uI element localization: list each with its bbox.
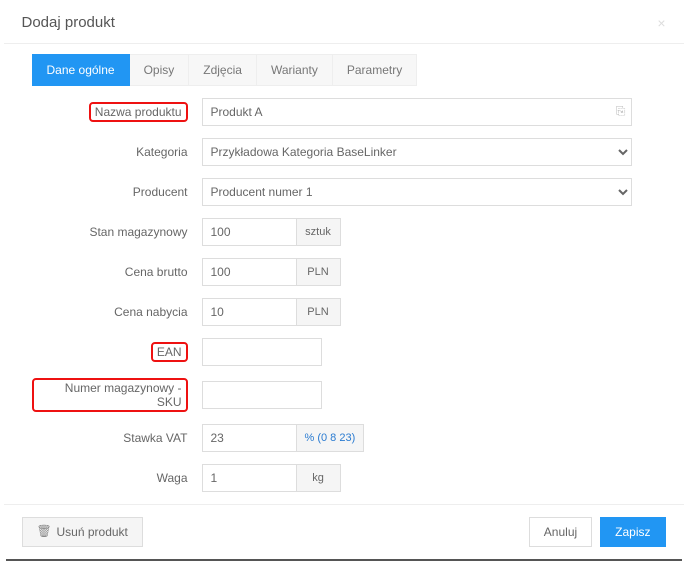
- save-button[interactable]: Zapisz: [600, 517, 665, 547]
- weight-input[interactable]: [202, 464, 297, 492]
- modal-title: Dodaj produkt: [22, 14, 115, 31]
- tab-variants[interactable]: Warianty: [257, 54, 333, 86]
- stock-input[interactable]: [202, 218, 297, 246]
- tab-parameters[interactable]: Parametry: [333, 54, 417, 86]
- label-sku: Numer magazynowy - SKU: [32, 378, 188, 412]
- modal-footer: Usuń produkt Anuluj Zapisz: [4, 504, 684, 559]
- label-price-gross: Cena brutto: [32, 265, 202, 279]
- delete-product-button[interactable]: Usuń produkt: [22, 517, 143, 547]
- label-category: Kategoria: [32, 145, 202, 159]
- delete-product-label: Usuń produkt: [57, 525, 128, 539]
- label-vat: Stawka VAT: [32, 431, 202, 445]
- weight-unit: kg: [297, 464, 341, 492]
- form-general: Nazwa produktu ⎘ Kategoria Przykładowa K…: [4, 92, 684, 492]
- category-select[interactable]: Przykładowa Kategoria BaseLinker: [202, 138, 632, 166]
- trash-icon: [37, 526, 49, 538]
- vat-input[interactable]: [202, 424, 297, 452]
- tabs: Dane ogólne Opisy Zdjęcia Warianty Param…: [32, 54, 672, 86]
- add-product-modal: Dodaj produkt × Dane ogólne Opisy Zdjęci…: [4, 0, 684, 561]
- tab-descriptions[interactable]: Opisy: [130, 54, 190, 86]
- price-purchase-currency: PLN: [297, 298, 341, 326]
- close-icon[interactable]: ×: [657, 15, 665, 31]
- sku-input[interactable]: [202, 381, 322, 409]
- ean-input[interactable]: [202, 338, 322, 366]
- price-gross-currency: PLN: [297, 258, 341, 286]
- product-name-input[interactable]: [202, 98, 632, 126]
- label-price-purchase: Cena nabycia: [32, 305, 202, 319]
- tab-general[interactable]: Dane ogólne: [32, 54, 130, 86]
- modal-header: Dodaj produkt ×: [4, 0, 684, 43]
- label-product-name: Nazwa produktu: [89, 102, 188, 122]
- label-ean: EAN: [151, 342, 188, 362]
- label-weight: Waga: [32, 471, 202, 485]
- price-gross-input[interactable]: [202, 258, 297, 286]
- stock-unit: sztuk: [297, 218, 341, 246]
- label-stock: Stan magazynowy: [32, 225, 202, 239]
- label-producer: Producent: [32, 185, 202, 199]
- tab-images[interactable]: Zdjęcia: [189, 54, 257, 86]
- producer-select[interactable]: Producent numer 1: [202, 178, 632, 206]
- name-suffix-icon[interactable]: ⎘: [616, 104, 626, 119]
- vat-hint[interactable]: % (0 8 23): [297, 424, 365, 452]
- divider: [4, 43, 684, 44]
- price-purchase-input[interactable]: [202, 298, 297, 326]
- cancel-button[interactable]: Anuluj: [529, 517, 592, 547]
